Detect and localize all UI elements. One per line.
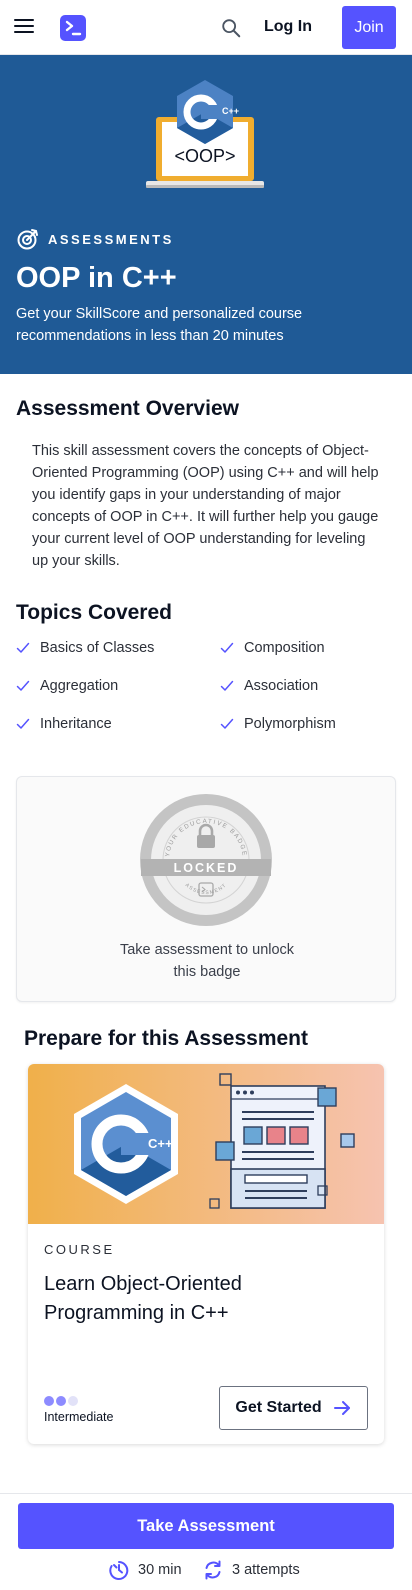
- timer-icon: [109, 1561, 129, 1580]
- hero-cpp-logo-text: C++: [222, 106, 239, 116]
- topic-item: Association: [220, 675, 318, 697]
- topic-item: Basics of Classes: [16, 637, 154, 659]
- overview-text: This skill assessment covers the concept…: [32, 443, 379, 569]
- hero-description: Get your SkillScore and personalized cou…: [16, 306, 303, 344]
- duration-info: 30 min: [108, 1558, 182, 1582]
- level-dot: [44, 1396, 54, 1406]
- course-kind-label: COURSE: [44, 1242, 115, 1257]
- topic-label: Aggregation: [40, 678, 119, 694]
- top-navbar: Log In Join: [0, 0, 412, 55]
- hero-oop-art-text: <OOP>: [174, 146, 235, 166]
- level-indicator: [44, 1396, 113, 1406]
- level-label: Intermediate: [44, 1410, 114, 1424]
- badge-status-text: LOCKED: [174, 861, 239, 875]
- overview-heading: Assessment Overview: [16, 397, 239, 420]
- course-cover-illustration: C++: [28, 1064, 384, 1224]
- duration-text: 30 min: [138, 1562, 182, 1578]
- check-icon: [220, 642, 234, 653]
- course-card[interactable]: C++ COURSE Learn Object-Oriented Program…: [28, 1064, 384, 1444]
- topic-label: Association: [244, 678, 319, 694]
- attempts-text: 3 attempts: [232, 1562, 300, 1578]
- badge-card: YOUR EDUCATIVE BADGE LOCKED ASSESSMENT T…: [16, 776, 396, 1002]
- topic-label: Inheritance: [40, 716, 112, 732]
- check-icon: [16, 680, 30, 691]
- lock-icon: [197, 835, 215, 848]
- take-assessment-button[interactable]: Take Assessment: [18, 1503, 394, 1549]
- topic-item: Polymorphism: [220, 713, 336, 735]
- check-icon: [220, 680, 234, 691]
- topic-label: Polymorphism: [244, 716, 336, 732]
- menu-icon[interactable]: [14, 19, 34, 35]
- assessment-tag-label: ASSESSMENTS: [48, 231, 174, 247]
- check-icon: [220, 718, 234, 729]
- target-icon: [17, 229, 38, 250]
- topic-label: Composition: [244, 640, 325, 656]
- oop-laptop-illustration: C++ <OOP>: [146, 80, 264, 188]
- page-title: OOP in C++: [16, 262, 177, 294]
- attempts-info: 3 attempts: [202, 1558, 300, 1582]
- get-started-button[interactable]: Get Started: [219, 1386, 368, 1430]
- topics-heading: Topics Covered: [16, 601, 172, 624]
- refresh-icon: [205, 1560, 221, 1580]
- badge-caption: Take assessment to unlock this badge: [119, 942, 295, 980]
- arrow-right-icon: [333, 1401, 350, 1415]
- login-link[interactable]: Log In: [264, 16, 312, 38]
- prepare-heading: Prepare for this Assessment: [24, 1027, 309, 1050]
- course-title[interactable]: Learn Object-Oriented Programming in C++: [44, 1270, 344, 1328]
- join-button[interactable]: Join: [342, 6, 396, 49]
- check-icon: [16, 642, 30, 653]
- topic-item: Composition: [220, 637, 325, 659]
- topic-item: Aggregation: [16, 675, 118, 697]
- topic-item: Inheritance: [16, 713, 112, 735]
- educative-logo[interactable]: [60, 15, 86, 41]
- sticky-footer: Take Assessment 30 min 3 attempts: [0, 1493, 412, 1590]
- course-cpp-logo-text: C++: [148, 1136, 173, 1151]
- level-dot: [68, 1396, 78, 1406]
- locked-badge-image: YOUR EDUCATIVE BADGE LOCKED ASSESSMENT: [140, 794, 272, 926]
- topic-label: Basics of Classes: [40, 640, 155, 656]
- assessment-tag: ASSESSMENTS: [16, 227, 174, 251]
- difficulty-level: Intermediate: [44, 1396, 113, 1425]
- level-dot: [56, 1396, 66, 1406]
- check-icon: [16, 718, 30, 729]
- search-icon[interactable]: [220, 17, 242, 39]
- get-started-label: Get Started: [235, 1399, 322, 1416]
- hero-banner: C++ <OOP> ASSESSMENTS OOP in C++ Get you…: [0, 55, 412, 374]
